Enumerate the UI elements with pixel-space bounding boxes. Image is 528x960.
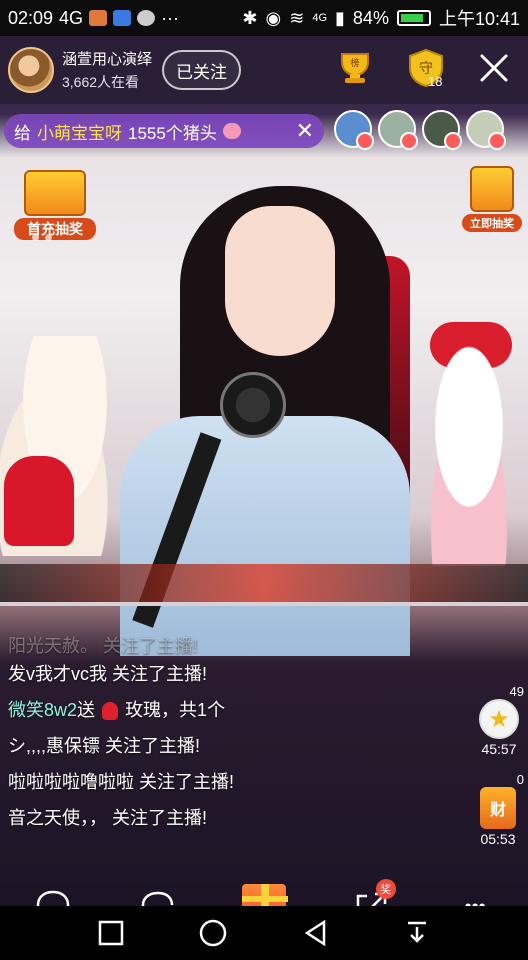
gift-sender: 小萌宝宝呀 bbox=[37, 123, 122, 143]
status-time: 02:09 bbox=[8, 7, 54, 28]
viewer-avatar[interactable] bbox=[334, 110, 374, 150]
close-icon[interactable] bbox=[476, 50, 512, 86]
fortune-widget[interactable]: 0 财 05:53 bbox=[472, 772, 524, 847]
status-network-right: 4G bbox=[312, 12, 328, 24]
follow-button[interactable]: 已关注 bbox=[162, 50, 242, 90]
chat-gift: 玫瑰，共1个 bbox=[125, 700, 226, 720]
stage-edge bbox=[0, 602, 528, 606]
star-count: 49 bbox=[509, 684, 524, 699]
wifi-icon: ≋ bbox=[289, 7, 305, 28]
gift-text: 1555个猪头 bbox=[128, 123, 217, 143]
stage-light bbox=[0, 564, 528, 602]
chat-message: 音之天使，， 关注了主播! bbox=[8, 808, 208, 828]
chat-gift-verb: 送 bbox=[77, 700, 96, 720]
chat-username[interactable]: 微笑8w2 bbox=[8, 700, 77, 720]
chat-message: 啦啦啦啦噜啦啦 关注了主播! bbox=[8, 772, 235, 792]
chat-message: シ,,,,惠保镖 关注了主播! bbox=[8, 736, 201, 756]
more-button[interactable]: ••• bbox=[453, 885, 497, 907]
gift-button[interactable] bbox=[241, 884, 288, 906]
back-icon[interactable] bbox=[302, 919, 330, 947]
fortune-count: 0 bbox=[516, 772, 524, 787]
bottom-toolbar: 私 奖 ••• bbox=[0, 872, 528, 906]
chat-feed: 阳光天赦。 关注了主播! 发v我才vc我 关注了主播! 微笑8w2送 玫瑰，共1… bbox=[8, 636, 458, 836]
battery-icon bbox=[396, 10, 431, 26]
star-icon: ★ bbox=[479, 699, 519, 739]
bluetooth-icon: ✱ bbox=[242, 7, 258, 28]
gift-banner-prefix: 给 bbox=[14, 123, 31, 143]
viewer-avatar[interactable] bbox=[466, 110, 506, 150]
treasure-box-icon bbox=[24, 170, 86, 216]
hello-kitty-plush bbox=[410, 326, 528, 566]
notification-pull-icon[interactable] bbox=[403, 919, 431, 947]
android-nav-bar bbox=[0, 906, 528, 960]
share-button[interactable]: 奖 bbox=[348, 879, 396, 906]
chat-message: 发v我才vc我 关注了主播! bbox=[8, 664, 208, 684]
streamer-avatar[interactable] bbox=[8, 47, 54, 93]
status-clock: 上午10:41 bbox=[438, 9, 520, 29]
rose-icon bbox=[102, 702, 119, 721]
trophy-icon[interactable]: 榜 bbox=[336, 50, 374, 84]
first-recharge-lottery[interactable]: 首充抽奖 bbox=[14, 170, 96, 240]
streamer-name: 涵萱用心演绎 bbox=[62, 51, 153, 68]
top-viewers bbox=[334, 110, 506, 150]
star-task-widget[interactable]: 49 ★ 45:57 bbox=[474, 684, 524, 757]
app-notification-icon bbox=[89, 10, 108, 26]
share-reward-badge: 奖 bbox=[375, 879, 396, 899]
microphone bbox=[220, 372, 286, 438]
guard-count: 18 bbox=[428, 74, 443, 89]
battery-percent: 84% bbox=[352, 7, 389, 28]
home-icon[interactable] bbox=[198, 918, 228, 948]
streamer-face bbox=[225, 206, 335, 356]
comment-button[interactable] bbox=[31, 885, 75, 906]
chat-bubble-icon bbox=[36, 890, 70, 906]
fortune-timer: 05:53 bbox=[480, 831, 516, 847]
carousel-dots bbox=[32, 234, 52, 241]
streamer-info[interactable]: 涵萱用心演绎 3,662人在看 bbox=[62, 48, 152, 92]
chat-message: 阳光天赦。 关注了主播! bbox=[8, 636, 199, 656]
star-timer: 45:57 bbox=[481, 741, 517, 757]
chat-message: 微笑8w2送 玫瑰，共1个 bbox=[8, 692, 458, 728]
account-icon bbox=[137, 10, 156, 26]
lottery-now-label: 立即抽奖 bbox=[462, 214, 522, 232]
private-message-icon bbox=[142, 891, 174, 906]
pig-head-icon bbox=[222, 123, 241, 139]
status-bar: 02:09 4G ··· ✱ ◉ ≋ 4G ▮ 84% 上午10:41 bbox=[0, 0, 528, 36]
first-recharge-label: 首充抽奖 bbox=[14, 218, 96, 240]
viewer-avatar[interactable] bbox=[378, 110, 418, 150]
stream-header: 涵萱用心演绎 3,662人在看 已关注 bbox=[0, 36, 528, 104]
gift-banner[interactable]: 给 小萌宝宝呀 1555个猪头 ✕ bbox=[4, 114, 324, 148]
private-chat-button[interactable]: 私 bbox=[136, 885, 180, 906]
gift-icon bbox=[241, 884, 288, 906]
fortune-bag-icon: 财 bbox=[480, 787, 516, 829]
status-network-left: 4G bbox=[59, 7, 84, 28]
treasure-chest-icon bbox=[470, 166, 514, 212]
banner-close-icon[interactable]: ✕ bbox=[296, 118, 314, 144]
signal-icon: ▮ bbox=[335, 7, 345, 28]
heart-pillow bbox=[4, 456, 74, 546]
lottery-now[interactable]: 立即抽奖 bbox=[462, 166, 522, 232]
rank-label: 榜 bbox=[350, 57, 359, 69]
more-notifications-icon: ··· bbox=[161, 7, 180, 28]
live-stream-view[interactable]: 涵萱用心演绎 3,662人在看 已关注 榜 守 18 给 小萌宝宝呀 1555个… bbox=[0, 36, 528, 906]
eye-icon: ◉ bbox=[265, 7, 282, 28]
recent-apps-icon[interactable] bbox=[97, 919, 125, 947]
viewer-count: 3,662人在看 bbox=[62, 74, 140, 90]
shield-icon bbox=[113, 10, 132, 26]
viewer-avatar[interactable] bbox=[422, 110, 462, 150]
